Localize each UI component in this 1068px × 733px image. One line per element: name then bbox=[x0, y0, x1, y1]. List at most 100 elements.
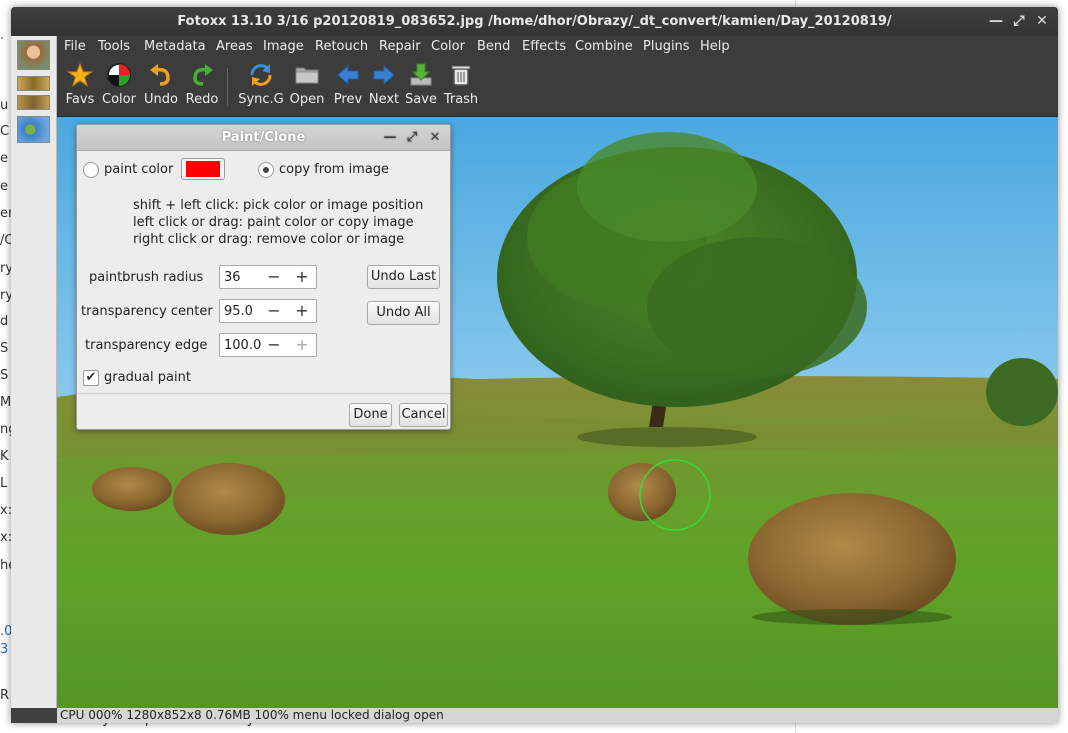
copy-from-image-radio[interactable] bbox=[258, 162, 274, 178]
done-button[interactable]: Done bbox=[349, 403, 392, 427]
trash-icon bbox=[451, 65, 471, 86]
gradual-paint-label: gradual paint bbox=[104, 370, 191, 385]
transparency-edge-label: transparency edge bbox=[85, 338, 208, 353]
background-text-line: L bbox=[0, 476, 8, 491]
increment-icon[interactable]: + bbox=[292, 267, 312, 287]
window-titlebar[interactable]: Fotoxx 13.10 3/16 p20120819_083652.jpg /… bbox=[11, 7, 1058, 36]
open-button[interactable]: Open bbox=[289, 62, 325, 107]
background-text-line: e bbox=[0, 179, 8, 194]
undo-arrow-icon bbox=[150, 64, 170, 86]
undo-label: Undo bbox=[144, 92, 178, 107]
background-text-line: 3 bbox=[0, 642, 9, 657]
toolbar-separator bbox=[227, 68, 228, 106]
undo-button[interactable]: Undo bbox=[143, 62, 179, 107]
copy-from-image-label: copy from image bbox=[279, 162, 390, 177]
star-icon bbox=[67, 62, 93, 87]
radius-label: paintbrush radius bbox=[89, 270, 204, 285]
thumbnail-map[interactable] bbox=[17, 116, 50, 143]
menu-effects[interactable]: Effects bbox=[522, 39, 566, 54]
redo-button[interactable]: Redo bbox=[184, 62, 220, 107]
paint-color-button[interactable] bbox=[181, 158, 225, 180]
background-text-line: C bbox=[0, 124, 10, 139]
color-button[interactable]: Color bbox=[101, 62, 137, 107]
prev-label: Prev bbox=[333, 92, 363, 107]
cancel-button[interactable]: Cancel bbox=[399, 403, 448, 427]
open-label: Open bbox=[289, 92, 325, 107]
redo-arrow-icon bbox=[193, 64, 213, 86]
gradual-paint-checkbox[interactable]: ✔ bbox=[83, 370, 99, 386]
paint-color-swatch bbox=[186, 161, 220, 177]
sync-button[interactable]: Sync.G bbox=[238, 62, 284, 107]
radius-spinner[interactable]: 36 − + bbox=[219, 265, 317, 289]
menu-file[interactable]: File bbox=[64, 39, 86, 54]
background-text-line: K bbox=[0, 449, 9, 464]
background-text-line: S bbox=[0, 368, 9, 383]
menu-bend[interactable]: Bend bbox=[477, 39, 510, 54]
background-text-line: u bbox=[0, 98, 9, 113]
radius-value: 36 bbox=[224, 270, 241, 285]
toolbar: Favs Color Undo Redo Sync.G Open Prev Ne… bbox=[57, 58, 1058, 117]
menu-retouch[interactable]: Retouch bbox=[315, 39, 368, 54]
arrow-right-icon bbox=[373, 64, 395, 86]
save-label: Save bbox=[405, 92, 437, 107]
next-button[interactable]: Next bbox=[368, 62, 400, 107]
menu-help[interactable]: Help bbox=[700, 39, 730, 54]
window-title: Fotoxx 13.10 3/16 p20120819_083652.jpg /… bbox=[177, 14, 892, 29]
background-text-line: S bbox=[0, 341, 9, 356]
maximize-icon[interactable]: ⤢ bbox=[1011, 13, 1027, 29]
favs-button[interactable]: Favs bbox=[65, 62, 95, 107]
close-icon[interactable]: ✕ bbox=[1034, 13, 1050, 29]
trash-label: Trash bbox=[443, 92, 479, 107]
help-line: left click or drag: paint color or copy … bbox=[133, 215, 414, 230]
sync-icon bbox=[250, 64, 272, 86]
next-label: Next bbox=[368, 92, 400, 107]
paint-color-radio[interactable] bbox=[83, 162, 99, 178]
thumbnail-image[interactable] bbox=[17, 76, 50, 91]
favs-label: Favs bbox=[65, 92, 95, 107]
thumbnail-image[interactable] bbox=[17, 95, 50, 110]
undo-last-button[interactable]: Undo Last bbox=[367, 265, 440, 289]
undo-all-button[interactable]: Undo All bbox=[367, 301, 440, 325]
menu-repair[interactable]: Repair bbox=[379, 39, 421, 54]
transparency-center-spinner[interactable]: 95.0 − + bbox=[219, 299, 317, 323]
help-line: right click or drag: remove color or ima… bbox=[133, 232, 405, 247]
background-text-line: e bbox=[0, 151, 8, 166]
decrement-icon[interactable]: − bbox=[264, 335, 284, 355]
prev-button[interactable]: Prev bbox=[333, 62, 363, 107]
background-text-line: R bbox=[0, 688, 10, 703]
transparency-edge-spinner[interactable]: 100.0 − + bbox=[219, 333, 317, 357]
menu-color[interactable]: Color bbox=[431, 39, 465, 54]
decrement-icon[interactable]: − bbox=[264, 267, 284, 287]
increment-icon[interactable]: + bbox=[292, 301, 312, 321]
dialog-title: Paint/Clone bbox=[221, 130, 306, 145]
minimize-icon[interactable]: — bbox=[988, 13, 1004, 29]
color-label: Color bbox=[102, 92, 136, 107]
menu-bar: File Tools Metadata Areas Image Retouch … bbox=[57, 36, 1058, 58]
paint-color-label: paint color bbox=[104, 162, 174, 177]
menu-image[interactable]: Image bbox=[263, 39, 304, 54]
dialog-maximize-icon[interactable]: ⤢ bbox=[404, 130, 420, 146]
sync-label: Sync.G bbox=[238, 92, 284, 107]
color-wheel-icon bbox=[107, 63, 131, 87]
paint-clone-dialog: Paint/Clone — ⤢ ✕ paint color copy from … bbox=[76, 124, 451, 430]
increment-icon: + bbox=[295, 335, 309, 354]
background-text-line: . bbox=[0, 28, 5, 43]
menu-tools[interactable]: Tools bbox=[98, 39, 130, 54]
trash-button[interactable]: Trash bbox=[443, 62, 479, 107]
transparency-edge-value: 100.0 bbox=[224, 338, 262, 353]
transparency-center-label: transparency center bbox=[81, 304, 213, 319]
save-button[interactable]: Save bbox=[405, 62, 437, 107]
dialog-titlebar[interactable]: Paint/Clone — ⤢ ✕ bbox=[77, 125, 450, 151]
folder-icon bbox=[295, 67, 319, 84]
save-download-icon bbox=[410, 63, 432, 86]
dialog-minimize-icon[interactable]: — bbox=[382, 130, 398, 146]
menu-plugins[interactable]: Plugins bbox=[643, 39, 690, 54]
menu-combine[interactable]: Combine bbox=[575, 39, 633, 54]
arrow-left-icon bbox=[337, 64, 359, 86]
decrement-icon[interactable]: − bbox=[264, 301, 284, 321]
thumbnail-portrait[interactable] bbox=[17, 40, 50, 70]
dialog-close-icon[interactable]: ✕ bbox=[427, 130, 443, 146]
status-bar: CPU 000% 1280x852x8 0.76MB 100% menu loc… bbox=[57, 708, 1058, 723]
menu-metadata[interactable]: Metadata bbox=[144, 39, 206, 54]
menu-areas[interactable]: Areas bbox=[216, 39, 253, 54]
